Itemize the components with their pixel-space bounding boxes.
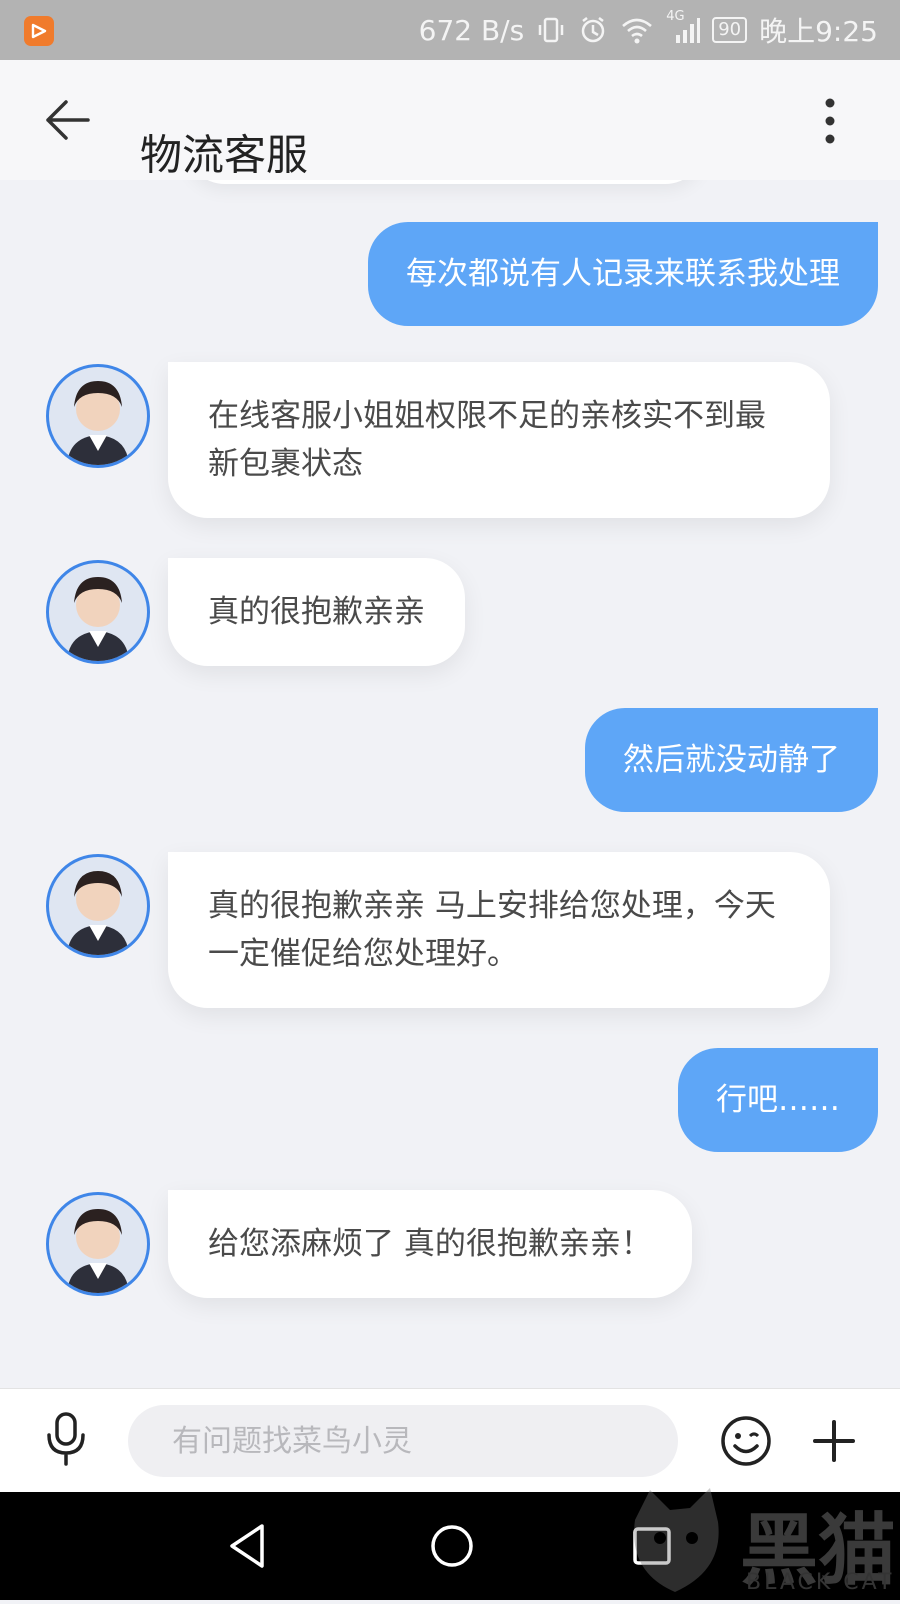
arrow-left-icon[interactable] (44, 98, 94, 142)
emoji-icon[interactable] (720, 1415, 772, 1467)
message-text: 真的很抱歉亲亲 (208, 594, 425, 630)
message-text: 真的很抱歉亲亲 马上安排给您处理，今天一定催促给您处理好。 (208, 888, 776, 972)
agent-avatar[interactable] (46, 560, 150, 664)
agent-message: 在线客服小姐姐权限不足的亲核实不到最新包裹状态 (168, 362, 830, 518)
message-text: 给您添麻烦了 真的很抱歉亲亲！ (208, 1226, 652, 1262)
status-bar: 672 B/s 4G 90 晚上9:25 (0, 0, 900, 60)
agent-message: 真的很抱歉亲亲 马上安排给您处理，今天一定催促给您处理好。 (168, 852, 830, 1008)
user-message: 每次都说有人记录来联系我处理 (368, 222, 878, 326)
input-bar (0, 1388, 900, 1493)
nav-recents-icon[interactable] (632, 1526, 672, 1570)
nav-back-icon[interactable] (226, 1522, 270, 1574)
message-text: 然后就没动静了 (623, 742, 840, 778)
previous-message-bubble (185, 180, 705, 184)
chat-messages[interactable]: 每次都说有人记录来联系我处理 在线客服小姐姐权限不足的亲核实不到最新包裹状态 真… (0, 180, 900, 1388)
agent-avatar[interactable] (46, 1192, 150, 1296)
agent-avatar[interactable] (46, 364, 150, 468)
alarm-icon (578, 15, 608, 45)
network-speed: 672 B/s (418, 13, 525, 47)
wifi-icon (620, 15, 654, 45)
cell-signal-icon: 4G (666, 9, 701, 45)
signal-type-label: 4G (666, 9, 685, 24)
message-text: 每次都说有人记录来联系我处理 (406, 256, 840, 292)
message-text: 在线客服小姐姐权限不足的亲核实不到最新包裹状态 (208, 398, 766, 482)
page-title: 物流客服 (140, 130, 309, 180)
agent-avatar[interactable] (46, 854, 150, 958)
user-message: 行吧…… (678, 1048, 878, 1152)
nav-home-icon[interactable] (428, 1522, 476, 1574)
agent-message: 真的很抱歉亲亲 (168, 558, 465, 666)
microphone-icon[interactable] (44, 1411, 88, 1467)
message-text: 行吧…… (716, 1082, 840, 1118)
user-message: 然后就没动静了 (585, 708, 878, 812)
message-input[interactable] (128, 1405, 678, 1477)
system-navigation-bar (0, 1492, 900, 1600)
more-vertical-icon[interactable] (820, 96, 840, 146)
chat-header: 物流客服 (0, 60, 900, 180)
agent-message: 给您添麻烦了 真的很抱歉亲亲！ (168, 1190, 692, 1298)
app-notification-icon (24, 16, 54, 46)
plus-icon[interactable] (812, 1419, 856, 1463)
battery-indicator: 90 (712, 17, 748, 43)
vibrate-icon (536, 15, 566, 45)
clock: 晚上9:25 (759, 15, 878, 48)
